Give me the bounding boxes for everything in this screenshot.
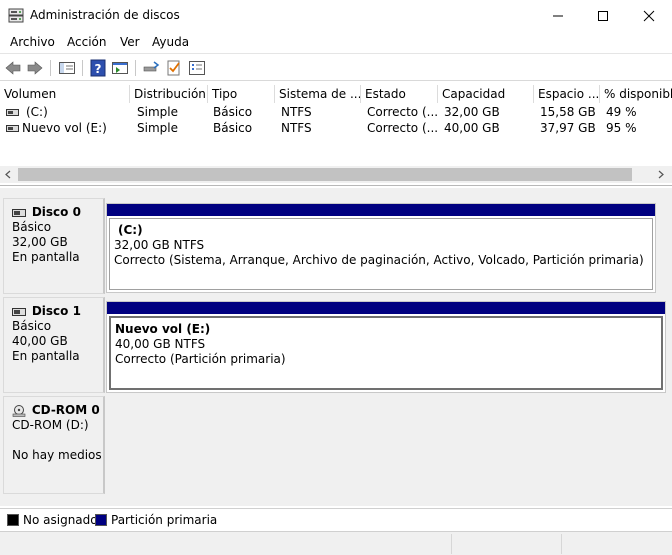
forward-arrow-icon[interactable] <box>26 59 44 77</box>
cell-status: Correcto (... <box>367 105 438 119</box>
cell-free: 37,97 GB <box>540 121 596 135</box>
cell-fs: NTFS <box>281 121 312 135</box>
partition-e[interactable]: Nuevo vol (E:) 40,00 GB NTFS Correcto (P… <box>106 301 666 393</box>
cell-capacity: 32,00 GB <box>444 105 500 119</box>
disk-kind: Básico <box>12 319 52 333</box>
table-row[interactable]: Nuevo vol (E:) Simple Básico NTFS Correc… <box>0 120 672 136</box>
legend-label: No asignado <box>23 513 98 527</box>
status-divider <box>451 534 452 554</box>
checklist-icon[interactable] <box>165 59 183 77</box>
disk-icon <box>12 307 26 316</box>
disk-size: 40,00 GB <box>12 334 68 348</box>
legend-swatch-unallocated <box>7 514 19 526</box>
minimize-icon <box>553 15 563 16</box>
disk-1-label[interactable]: Disco 1 Básico 40,00 GB En pantalla <box>3 297 105 393</box>
disk-icon <box>12 208 26 217</box>
cdrom-0-label[interactable]: CD-ROM 0 CD-ROM (D:) No hay medios <box>3 396 105 494</box>
disk-state: En pantalla <box>12 349 80 363</box>
window-title: Administración de discos <box>30 8 180 22</box>
partition-c[interactable]: (C:) 32,00 GB NTFS Correcto (Sistema, Ar… <box>106 203 656 293</box>
scroll-left-icon[interactable] <box>4 170 12 179</box>
status-divider <box>561 534 562 554</box>
column-capacidad[interactable]: Capacidad <box>438 85 534 103</box>
svg-text:?: ? <box>95 62 102 76</box>
toolbar-separator <box>50 60 51 76</box>
close-icon <box>643 10 655 21</box>
column-tipo[interactable]: Tipo <box>208 85 275 103</box>
cell-volume: Nuevo vol (E:) <box>22 121 107 135</box>
toolbar-separator <box>135 60 136 76</box>
disk-name: Disco 1 <box>31 304 81 318</box>
scroll-right-icon[interactable] <box>657 170 665 179</box>
cell-type: Básico <box>213 105 253 119</box>
maximize-icon <box>598 10 608 21</box>
partition-status: Correcto (Partición primaria) <box>115 352 286 366</box>
cell-type: Básico <box>213 121 253 135</box>
cell-fs: NTFS <box>281 105 312 119</box>
cell-volume: (C:) <box>26 105 48 119</box>
column-espacio[interactable]: Espacio ... <box>534 85 600 103</box>
help-icon[interactable]: ? <box>89 59 107 77</box>
scrollbar-thumb[interactable] <box>18 168 632 181</box>
partition-size-fs: 40,00 GB NTFS <box>115 337 206 351</box>
partition-body: (C:) 32,00 GB NTFS Correcto (Sistema, Ar… <box>109 218 653 290</box>
disk-management-icon <box>8 8 24 23</box>
back-arrow-icon[interactable] <box>4 59 22 77</box>
column-sistema[interactable]: Sistema de ... <box>275 85 361 103</box>
properties-icon[interactable] <box>111 59 129 77</box>
minimize-button[interactable] <box>535 0 581 31</box>
partition-status: Correcto (Sistema, Arranque, Archivo de … <box>114 253 644 267</box>
disk-kind: Básico <box>12 220 52 234</box>
disk-state: En pantalla <box>12 250 80 264</box>
cell-pct: 49 % <box>606 105 637 119</box>
cell-capacity: 40,00 GB <box>444 121 500 135</box>
settings-list-icon[interactable] <box>188 59 206 77</box>
title-bar: Administración de discos <box>0 0 672 31</box>
column-distribucion[interactable]: Distribución <box>130 85 208 103</box>
disk-kind: CD-ROM (D:) <box>12 418 89 432</box>
table-row[interactable]: (C:) Simple Básico NTFS Correcto (... 32… <box>0 104 672 120</box>
cell-free: 15,58 GB <box>540 105 596 119</box>
close-button[interactable] <box>626 0 672 31</box>
disk-name: Disco 0 <box>31 205 81 219</box>
toolbar: ? <box>0 53 672 81</box>
menu-ayuda[interactable]: Ayuda <box>152 35 189 49</box>
menu-bar: Archivo Acción Ver Ayuda <box>0 31 672 53</box>
toolbar-separator <box>82 60 83 76</box>
console-tree-icon[interactable] <box>58 59 76 77</box>
legend-label: Partición primaria <box>111 513 218 527</box>
disk-graphical-pane: Disco 0 Básico 32,00 GB En pantalla (C:)… <box>0 188 672 506</box>
maximize-button[interactable] <box>580 0 626 31</box>
partition-size-fs: 32,00 GB NTFS <box>114 238 205 252</box>
partition-body: Nuevo vol (E:) 40,00 GB NTFS Correcto (P… <box>109 316 663 390</box>
disk-state: No hay medios <box>12 448 102 462</box>
column-estado[interactable]: Estado <box>361 85 438 103</box>
cell-status: Correcto (... <box>367 121 438 135</box>
partition-name: Nuevo vol (E:) <box>115 322 211 336</box>
disk-name: CD-ROM 0 <box>31 403 100 417</box>
cell-pct: 95 % <box>606 121 637 135</box>
disk-size: 32,00 GB <box>12 235 68 249</box>
horizontal-scrollbar[interactable] <box>0 166 672 183</box>
menu-ver[interactable]: Ver <box>120 35 140 49</box>
disk-0-label[interactable]: Disco 0 Básico 32,00 GB En pantalla <box>3 198 105 294</box>
status-bar <box>0 531 672 555</box>
cell-layout: Simple <box>137 105 178 119</box>
menu-archivo[interactable]: Archivo <box>10 35 55 49</box>
cell-layout: Simple <box>137 121 178 135</box>
partition-bar-primary <box>107 302 665 314</box>
menu-accion[interactable]: Acción <box>67 35 106 49</box>
partition-bar-primary <box>107 204 655 216</box>
cdrom-icon <box>12 404 26 417</box>
rescan-icon[interactable] <box>142 59 160 77</box>
legend: No asignado Partición primaria <box>0 508 672 530</box>
partition-name: (C:) <box>118 223 143 237</box>
volume-icon <box>6 109 19 116</box>
column-volumen[interactable]: Volumen <box>0 85 130 103</box>
legend-swatch-primary <box>95 514 107 526</box>
disk-size <box>12 433 103 448</box>
column-pct[interactable]: % disponibl <box>600 85 672 103</box>
